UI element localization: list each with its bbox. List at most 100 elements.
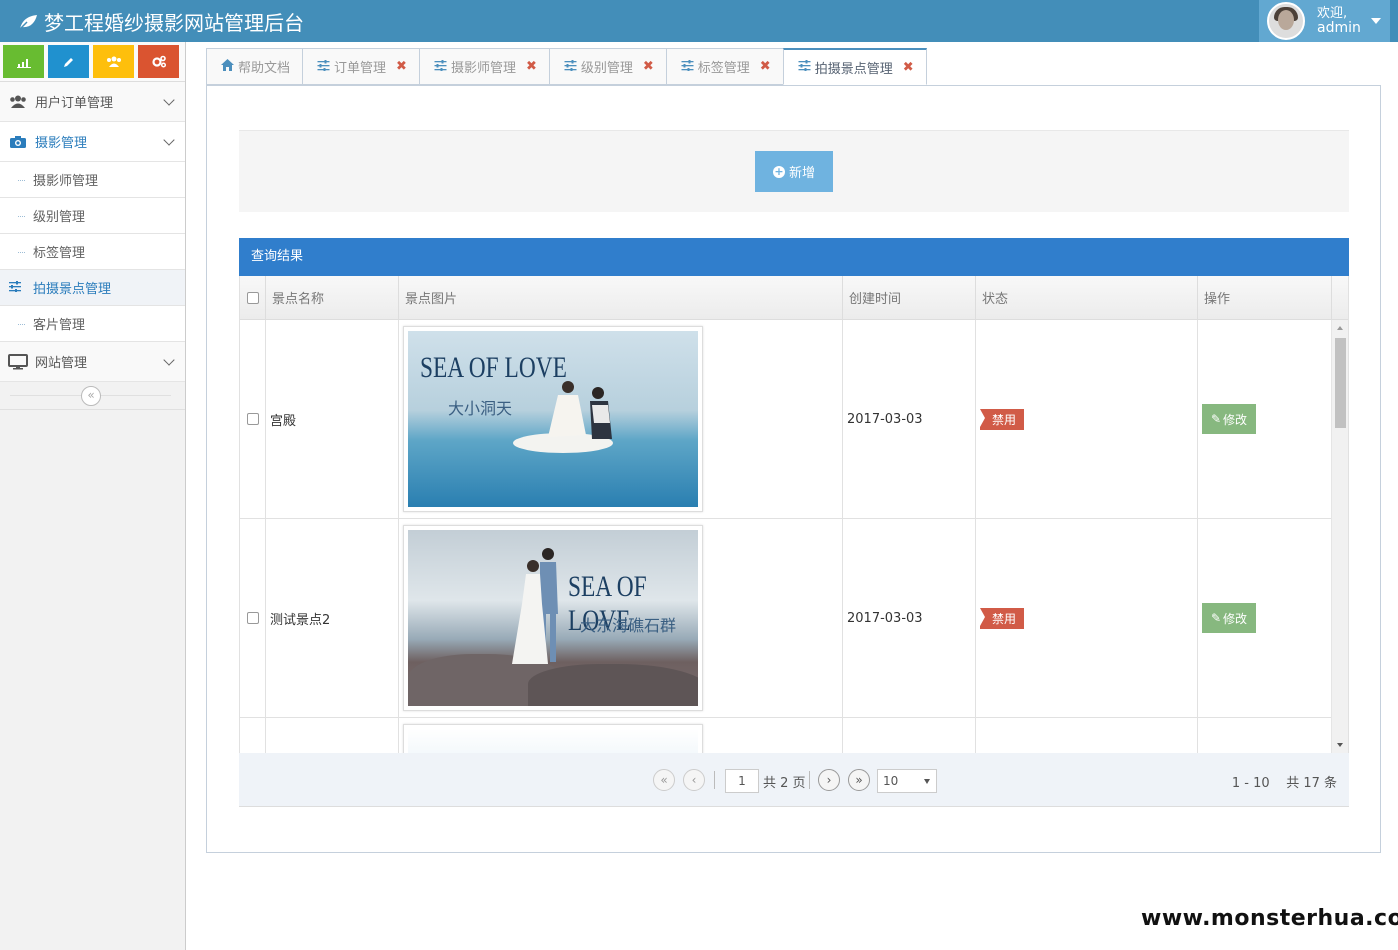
row-checkbox[interactable] [240,320,266,518]
pager-range: 1 - 10 [1231,776,1270,791]
sidebar: 用户订单管理 摄影管理 摄影师管理 级别管理 标签管理 拍摄景点管理 客片管理 … [0,42,186,950]
column-header-created[interactable]: 创建时间 [843,276,976,319]
tab-label: 标签管理 [697,61,750,76]
table-row[interactable]: 宫殿 SEA OF LOVE 大小洞天 2017-03-03 禁用 ✎ 修改 [240,320,1348,519]
welcome-text: 欢迎, [1317,6,1348,21]
sub-item-label: 摄影师管理 [33,174,99,189]
tab-label: 拍摄景点管理 [814,61,893,77]
user-name: admin [1317,20,1361,36]
nav-group-website[interactable]: 网站管理 [0,342,185,382]
image-subtitle: 大东海礁石群 [580,616,677,635]
tab-photographers[interactable]: 摄影师管理 ✖ [418,48,549,85]
couple-photo [513,381,613,453]
scroll-down-icon[interactable] [1337,743,1343,747]
tab-levels[interactable]: 级别管理 ✖ [548,48,666,85]
status-cell: 禁用 [976,519,1198,717]
toolbar: + 新增 [239,130,1349,212]
users-icon[interactable] [93,45,134,78]
sliders-icon [434,59,447,74]
sidebar-item-locations[interactable]: 拍摄景点管理 [0,270,185,306]
chevron-down-icon [163,354,175,366]
camera-icon [8,134,28,150]
select-all-checkbox[interactable] [240,276,266,319]
row-checkbox[interactable] [240,519,266,717]
sidebar-item-tags[interactable]: 标签管理 [0,234,185,270]
user-menu[interactable]: 欢迎, admin [1259,0,1390,42]
sidebar-collapse-row: « [0,382,185,410]
close-icon[interactable]: ✖ [396,59,407,74]
sub-item-label: 客片管理 [33,318,86,333]
nav-label: 摄影管理 [35,136,88,151]
close-icon[interactable]: ✖ [643,59,654,74]
tab-locations[interactable]: 拍摄景点管理 ✖ [782,48,927,85]
cogs-icon[interactable] [138,45,179,78]
scroll-thumb[interactable] [1335,338,1346,428]
location-name [266,718,399,753]
close-icon[interactable]: ✖ [760,59,771,74]
location-image [403,724,703,753]
sidebar-shortcuts [0,42,185,82]
sliders-icon [564,59,577,74]
location-name: 测试景点2 [266,519,399,717]
prev-page-icon[interactable]: ‹ [683,769,705,791]
location-image-cell [399,718,843,753]
grid-scrollbar[interactable] [1331,320,1348,753]
table-row[interactable]: 测试景点2 SEA OF LOVE 大东海礁石群 2017-03-03 禁用 ✎… [240,519,1348,718]
grid-header: 景点名称 景点图片 创建时间 状态 操作 [240,276,1348,320]
page-size-select[interactable]: 10 [877,769,937,793]
edit-icon: ✎ [1210,611,1222,625]
row-checkbox[interactable] [240,718,266,753]
column-header-image[interactable]: 景点图片 [399,276,843,319]
action-cell [1198,718,1332,753]
sub-item-label: 标签管理 [33,246,86,261]
sidebar-item-client-photos[interactable]: 客片管理 [0,306,185,342]
location-image-cell: SEA OF LOVE 大东海礁石群 [399,519,843,717]
sliders-icon [798,60,811,74]
add-button[interactable]: + 新增 [755,151,833,192]
page-input[interactable]: 1 [725,769,759,793]
brand[interactable]: 梦工程婚纱摄影网站管理后台 [18,7,304,36]
location-image: SEA OF LOVE 大小洞天 [403,326,703,512]
edit-icon: ✎ [1210,412,1222,426]
close-icon[interactable]: ✖ [903,60,914,75]
chevron-down-icon [163,94,175,106]
tab-help[interactable]: 帮助文档 [206,48,303,85]
double-chevron-left-icon[interactable]: « [81,386,101,406]
edit-button-label: 修改 [1223,611,1248,626]
users-icon [8,94,28,110]
leaf-icon [18,14,37,30]
scroll-up-icon[interactable] [1337,326,1343,330]
first-page-icon[interactable]: « [653,769,675,791]
tab-orders[interactable]: 订单管理 ✖ [302,48,419,85]
signal-icon[interactable] [3,45,44,78]
tab-tags[interactable]: 标签管理 ✖ [665,48,783,85]
caret-down-icon [1370,18,1381,24]
sliders-icon [317,59,330,74]
tab-bar: 帮助文档 订单管理 ✖ 摄影师管理 ✖ 级别管理 ✖ 标签管理 ✖ 拍摄景点管理… [206,48,927,85]
chevron-down-icon [163,134,175,146]
status-badge: 禁用 [980,408,1025,430]
last-page-icon[interactable]: » [848,769,870,791]
tab-label: 摄影师管理 [450,61,516,76]
close-icon[interactable]: ✖ [526,59,537,74]
column-header-action[interactable]: 操作 [1198,276,1332,319]
created-date: 2017-03-03 [843,519,976,717]
top-navbar: 梦工程婚纱摄影网站管理后台 欢迎, admin [0,0,1398,42]
nav-group-user-orders[interactable]: 用户订单管理 [0,82,185,122]
status-cell: 禁用 [976,320,1198,518]
sub-item-label: 级别管理 [33,210,86,225]
home-icon [221,59,234,74]
pencil-icon[interactable] [48,45,89,78]
column-header-name[interactable]: 景点名称 [266,276,399,319]
column-header-status[interactable]: 状态 [976,276,1198,319]
tab-label: 级别管理 [580,61,633,76]
sliders-icon [9,281,21,295]
edit-button[interactable]: ✎ 修改 [1202,603,1256,633]
nav-group-photography[interactable]: 摄影管理 [0,122,185,162]
sidebar-item-photographers[interactable]: 摄影师管理 [0,162,185,198]
app-title: 梦工程婚纱摄影网站管理后台 [44,11,304,35]
table-row[interactable] [240,718,1348,753]
edit-button[interactable]: ✎ 修改 [1202,404,1256,434]
next-page-icon[interactable]: › [818,769,840,791]
sidebar-item-levels[interactable]: 级别管理 [0,198,185,234]
